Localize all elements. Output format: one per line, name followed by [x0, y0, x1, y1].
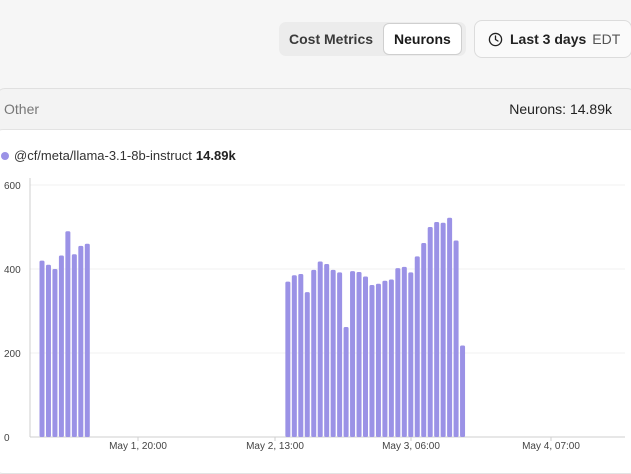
bar — [421, 242, 427, 437]
bar — [460, 345, 466, 437]
bar — [427, 227, 433, 437]
bar — [84, 243, 90, 437]
bar — [350, 271, 356, 437]
bar — [304, 292, 310, 437]
bar — [330, 269, 336, 437]
chart-legend[interactable]: @cf/meta/llama-3.1-8b-instruct 14.89k — [0, 148, 236, 163]
bar — [71, 254, 77, 437]
y-tick-label: 400 — [4, 265, 21, 276]
tab-cost-metrics[interactable]: Cost Metrics — [279, 23, 383, 55]
legend-series-name: @cf/meta/llama-3.1-8b-instruct — [14, 148, 192, 163]
y-tick-label: 0 — [4, 433, 10, 444]
x-tick-label: May 3, 06:00 — [382, 441, 440, 452]
legend-color-dot — [1, 151, 9, 160]
bar — [375, 283, 381, 437]
bar — [58, 255, 64, 437]
bar — [382, 280, 388, 437]
bar — [65, 231, 71, 437]
panel-total: Neurons: 14.89k — [509, 101, 612, 117]
bar — [356, 271, 362, 437]
clock-icon — [488, 32, 503, 46]
bar — [317, 261, 323, 437]
bar — [298, 274, 304, 437]
bar — [408, 272, 414, 437]
bar — [78, 245, 84, 437]
bar — [311, 269, 317, 437]
legend-series-value: 14.89k — [195, 148, 236, 163]
bar — [395, 268, 401, 437]
x-tick-label: May 1, 20:00 — [109, 441, 167, 452]
time-range-label: Last 3 days — [510, 31, 587, 47]
y-tick-label: 200 — [4, 349, 21, 360]
bar — [414, 256, 420, 437]
neurons-bar-chart: 600 400 200 0 May 1, 20:00 May 2, 13:00 May 3,… — [4, 178, 625, 452]
bar — [291, 275, 297, 437]
time-range-picker[interactable]: Last 3 days EDT — [474, 20, 631, 58]
bar — [401, 266, 407, 437]
metric-toggle: Cost Metrics Neurons — [279, 22, 466, 56]
timezone-label: EDT — [592, 31, 621, 47]
bar — [434, 221, 440, 437]
bar — [337, 272, 343, 437]
bar — [324, 263, 330, 437]
bar — [363, 276, 368, 437]
bar — [343, 326, 349, 437]
x-tick-label: May 4, 07:00 — [522, 441, 580, 452]
panel-title: Other — [4, 101, 40, 117]
bar — [39, 260, 45, 437]
bar — [45, 264, 51, 437]
bar — [285, 281, 291, 437]
tab-neurons[interactable]: Neurons — [383, 23, 462, 55]
bar — [369, 284, 375, 437]
x-tick-label: May 2, 13:00 — [246, 441, 304, 452]
bar — [52, 269, 58, 437]
bar — [440, 222, 446, 437]
y-tick-label: 600 — [4, 181, 21, 192]
bar — [388, 279, 394, 437]
bar — [447, 217, 453, 437]
bar — [453, 240, 459, 437]
